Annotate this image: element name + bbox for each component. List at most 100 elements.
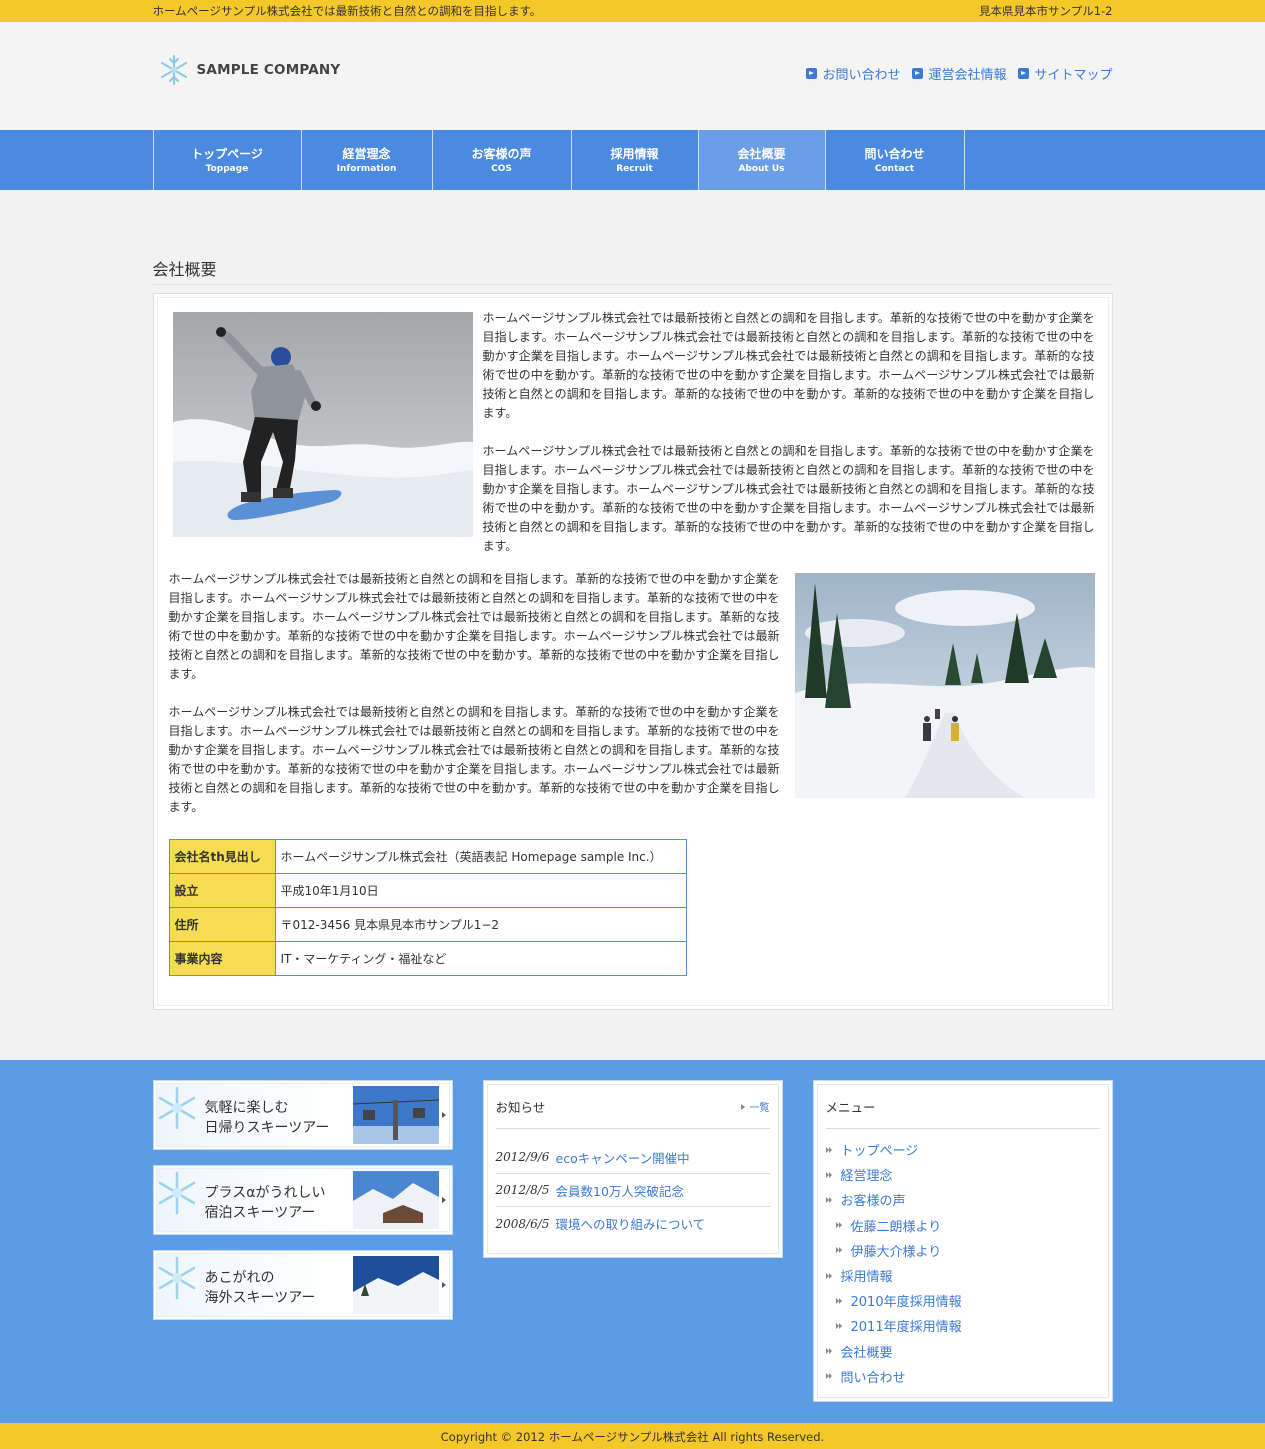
nav-label-jp: お客様の声 bbox=[471, 146, 532, 161]
ski-trail-photo bbox=[794, 573, 1095, 798]
nav-label-jp: トップページ bbox=[191, 146, 263, 161]
banner-line2: 宿泊スキーツアー bbox=[204, 1205, 316, 1221]
menu-title: メニュー bbox=[825, 1100, 876, 1115]
menu-item-voices[interactable]: お客様の声 bbox=[825, 1187, 1100, 1212]
header-links: お問い合わせ 運営会社情報 サイトマップ bbox=[806, 64, 1113, 83]
news-title-link[interactable]: 会員数10万人突破記念 bbox=[556, 1181, 684, 1200]
main-content: 会社概要 ホームページサンプル株式会社では最新技術と自然との調和を目指します。革… bbox=[152, 190, 1113, 1060]
menu-list: トップページ 経営理念 お客様の声 佐藤二朗様より 伊藤大介様より 採用情報 2… bbox=[825, 1129, 1100, 1389]
content-box: ホームページサンプル株式会社では最新技術と自然との調和を目指します。革新的な技術… bbox=[152, 293, 1113, 1010]
paragraph: ホームページサンプル株式会社では最新技術と自然との調和を目指します。革新的な技術… bbox=[168, 705, 780, 814]
news-date: 2012/9/6 bbox=[495, 1150, 550, 1164]
nav-information[interactable]: 経営理念 Information bbox=[302, 130, 433, 190]
arrow-square-icon bbox=[806, 68, 818, 79]
table-header-cell: 会社名th見出し bbox=[168, 839, 276, 874]
news-title: お知らせ bbox=[495, 1100, 546, 1115]
banner-line2: 海外スキーツアー bbox=[204, 1290, 316, 1306]
sitemap-link[interactable]: サイトマップ bbox=[1018, 64, 1113, 83]
logo[interactable]: SAMPLE COMPANY bbox=[153, 53, 341, 87]
table-row: 会社名th見出し ホームページサンプル株式会社（英語表記 Homepage sa… bbox=[168, 839, 687, 874]
banner-line1: 気軽に楽しむ bbox=[204, 1100, 289, 1116]
snowflake-icon bbox=[158, 1086, 195, 1130]
menu-item-contact[interactable]: 問い合わせ bbox=[825, 1364, 1100, 1389]
contact-link[interactable]: お問い合わせ bbox=[806, 64, 900, 83]
ski-lodge-photo bbox=[352, 1171, 439, 1229]
news-item[interactable]: 2012/8/5 会員数10万人突破記念 bbox=[495, 1174, 770, 1207]
company-info-link-label: 運営会社情報 bbox=[928, 68, 1007, 83]
menu-item-label: 経営理念 bbox=[840, 1169, 893, 1185]
top-bar: ホームページサンプル株式会社では最新技術と自然との調和を目指します。 見本県見本… bbox=[0, 0, 1265, 22]
table-cell: 〒012-3456 見本県見本市サンプル1−2 bbox=[274, 907, 687, 942]
site-tagline: ホームページサンプル株式会社では最新技術と自然との調和を目指します。 bbox=[152, 4, 542, 18]
table-header-cell: 住所 bbox=[168, 907, 276, 942]
page-title: 会社概要 bbox=[152, 256, 1113, 285]
menu-item-philosophy[interactable]: 経営理念 bbox=[825, 1162, 1100, 1187]
company-info-table: 会社名th見出し ホームページサンプル株式会社（英語表記 Homepage sa… bbox=[168, 839, 687, 976]
nav-contact[interactable]: 問い合わせ Contact bbox=[826, 130, 965, 190]
nav-recruit[interactable]: 採用情報 Recruit bbox=[572, 130, 699, 190]
chevron-right-icon bbox=[441, 1282, 446, 1288]
intro-text-1: ホームページサンプル株式会社では最新技術と自然との調和を目指します。革新的な技術… bbox=[483, 309, 1095, 556]
nav-label-en: Contact bbox=[874, 163, 915, 174]
menu-item-sato[interactable]: 佐藤二朗様より bbox=[826, 1213, 1100, 1238]
menu-item-ito[interactable]: 伊藤大介様より bbox=[826, 1238, 1100, 1263]
news-more-label: 一覧 bbox=[749, 1103, 770, 1114]
menu-item-toppage[interactable]: トップページ bbox=[825, 1137, 1100, 1162]
double-chevron-icon bbox=[835, 1322, 845, 1329]
double-chevron-icon bbox=[835, 1247, 845, 1254]
nav-label-jp: 問い合わせ bbox=[864, 146, 925, 161]
table-cell: IT・マーケティング・福祉など bbox=[274, 941, 687, 976]
banner-day-trip[interactable]: 気軽に楽しむ 日帰りスキーツアー bbox=[152, 1080, 453, 1150]
menu-item-recruit-2011[interactable]: 2011年度採用情報 bbox=[826, 1313, 1100, 1338]
contact-link-label: お問い合わせ bbox=[822, 68, 901, 83]
arrow-right-icon bbox=[740, 1103, 745, 1110]
sitemap-link-label: サイトマップ bbox=[1034, 68, 1113, 83]
news-title-link[interactable]: 環境への取り組みについて bbox=[556, 1214, 706, 1233]
menu-item-label: お客様の声 bbox=[840, 1194, 906, 1210]
menu-item-label: 問い合わせ bbox=[840, 1370, 906, 1386]
double-chevron-icon bbox=[835, 1297, 845, 1304]
intro-text-2: ホームページサンプル株式会社では最新技術と自然との調和を目指します。革新的な技術… bbox=[169, 570, 780, 817]
news-panel: お知らせ 一覧 2012/9/6 ecoキャンペーン開催中 2012/8/5 会… bbox=[482, 1080, 783, 1258]
table-row: 事業内容 IT・マーケティング・福祉など bbox=[168, 941, 687, 976]
news-item[interactable]: 2012/9/6 ecoキャンペーン開催中 bbox=[495, 1141, 770, 1174]
banner-overseas[interactable]: あこがれの 海外スキーツアー bbox=[152, 1250, 453, 1320]
table-row: 住所 〒012-3456 見本県見本市サンプル1−2 bbox=[168, 907, 687, 942]
nav-about-us[interactable]: 会社概要 About Us bbox=[698, 130, 826, 190]
nav-label-en: COS bbox=[491, 163, 512, 174]
nav-label-en: Recruit bbox=[616, 163, 653, 174]
snowflake-icon bbox=[158, 1256, 195, 1300]
snowboarder-photo bbox=[172, 312, 473, 537]
copyright-bar: Copyright © 2012 ホームページサンプル株式会社 All righ… bbox=[0, 1423, 1265, 1449]
double-chevron-icon bbox=[825, 1373, 835, 1380]
menu-item-about[interactable]: 会社概要 bbox=[825, 1339, 1100, 1364]
menu-item-recruit-2010[interactable]: 2010年度採用情報 bbox=[826, 1288, 1100, 1313]
news-item[interactable]: 2008/6/5 環境への取り組みについて bbox=[496, 1207, 770, 1240]
news-more-link[interactable]: 一覧 bbox=[740, 1099, 770, 1114]
ski-lift-photo bbox=[352, 1086, 439, 1144]
menu-item-recruit[interactable]: 採用情報 bbox=[825, 1263, 1100, 1288]
header: SAMPLE COMPANY お問い合わせ 運営会社情報 サイトマップ bbox=[0, 22, 1265, 130]
banner-line1: あこがれの bbox=[204, 1270, 275, 1286]
banner-overnight[interactable]: プラスαがうれしい 宿泊スキーツアー bbox=[152, 1165, 453, 1235]
menu-item-label: 2011年度採用情報 bbox=[850, 1320, 962, 1336]
table-header-cell: 設立 bbox=[168, 873, 276, 908]
nav-label-jp: 採用情報 bbox=[610, 146, 659, 161]
snowflake-logo-icon bbox=[160, 55, 187, 85]
nav-cos[interactable]: お客様の声 COS bbox=[433, 130, 572, 190]
double-chevron-icon bbox=[825, 1196, 835, 1203]
site-address: 見本県見本市サンプル1-2 bbox=[979, 4, 1113, 18]
footer: 気軽に楽しむ 日帰りスキーツアー プラスαがうれしい 宿泊スキーツアー あこがれ… bbox=[0, 1060, 1265, 1423]
news-title-link[interactable]: ecoキャンペーン開催中 bbox=[556, 1148, 690, 1167]
table-cell: 平成10年1月10日 bbox=[274, 873, 687, 908]
paragraph: ホームページサンプル株式会社では最新技術と自然との調和を目指します。革新的な技術… bbox=[168, 572, 780, 681]
chevron-right-icon bbox=[441, 1197, 446, 1203]
nav-toppage[interactable]: トップページ Toppage bbox=[154, 130, 302, 190]
menu-item-label: 採用情報 bbox=[840, 1270, 893, 1286]
paragraph: ホームページサンプル株式会社では最新技術と自然との調和を目指します。革新的な技術… bbox=[482, 444, 1095, 553]
paragraph: ホームページサンプル株式会社では最新技術と自然との調和を目指します。革新的な技術… bbox=[482, 311, 1095, 420]
table-header-cell: 事業内容 bbox=[168, 941, 276, 976]
main-nav: トップページ Toppage 経営理念 Information お客様の声 CO… bbox=[0, 130, 1265, 190]
nav-label-jp: 会社概要 bbox=[737, 146, 786, 161]
company-info-link[interactable]: 運営会社情報 bbox=[912, 64, 1006, 83]
